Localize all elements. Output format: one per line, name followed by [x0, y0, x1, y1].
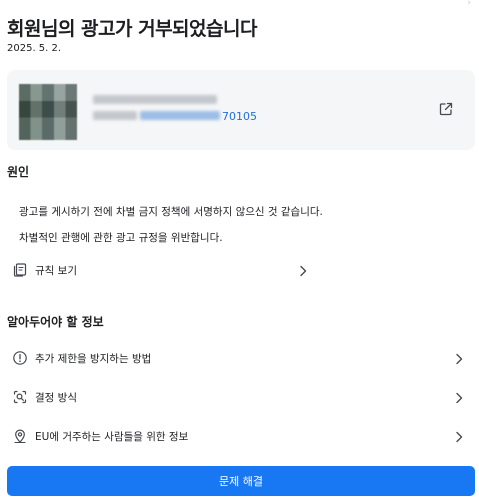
info-item-prevent-restrictions[interactable]: 추가 제한을 방지하는 방법	[7, 347, 475, 369]
page-title: 회원님의 광고가 거부되었습니다	[7, 18, 257, 40]
reason-section-title: 원인	[7, 165, 30, 179]
external-link-icon[interactable]	[438, 101, 454, 117]
alert-circle-icon	[12, 350, 28, 366]
redacted-ad-name	[93, 95, 217, 104]
view-policy-link[interactable]: 규칙 보기	[7, 259, 310, 281]
chevron-right-icon	[453, 429, 465, 443]
info-item-decision-method[interactable]: 결정 방식	[7, 386, 475, 408]
info-item-label: EU에 거주하는 사람들을 위한 정보	[35, 431, 189, 443]
review-scan-icon	[12, 389, 28, 405]
policy-cards-icon	[12, 262, 28, 278]
info-item-label: 결정 방식	[35, 392, 77, 404]
location-pin-icon	[12, 428, 28, 444]
chevron-right-icon	[453, 351, 465, 365]
reason-line-1: 광고를 게시하기 전에 차별 금지 정책에 서명하지 않으신 것 같습니다.	[19, 206, 323, 218]
ad-preview-card[interactable]: 70105	[7, 70, 475, 150]
redacted-ad-id	[140, 111, 220, 120]
resolve-issue-button[interactable]: 문제 해결	[7, 466, 475, 496]
ad-thumbnail	[19, 84, 77, 140]
info-item-label: 추가 제한을 방지하는 방법	[35, 353, 152, 365]
view-policy-label: 규칙 보기	[35, 265, 77, 277]
redacted-ad-label	[93, 111, 137, 120]
top-edge-fragment: ›	[467, 0, 471, 8]
chevron-right-icon	[297, 263, 309, 277]
info-item-eu-residents[interactable]: EU에 거주하는 사람들을 위한 정보	[7, 425, 475, 447]
reason-line-2: 차별적인 관행에 관한 광고 규정을 위반합니다.	[19, 232, 223, 244]
rejection-date: 2025. 5. 2.	[7, 43, 62, 54]
ad-id-link[interactable]: 70105	[222, 110, 257, 123]
info-section-title: 알아두어야 할 정보	[7, 315, 104, 329]
chevron-right-icon	[453, 390, 465, 404]
